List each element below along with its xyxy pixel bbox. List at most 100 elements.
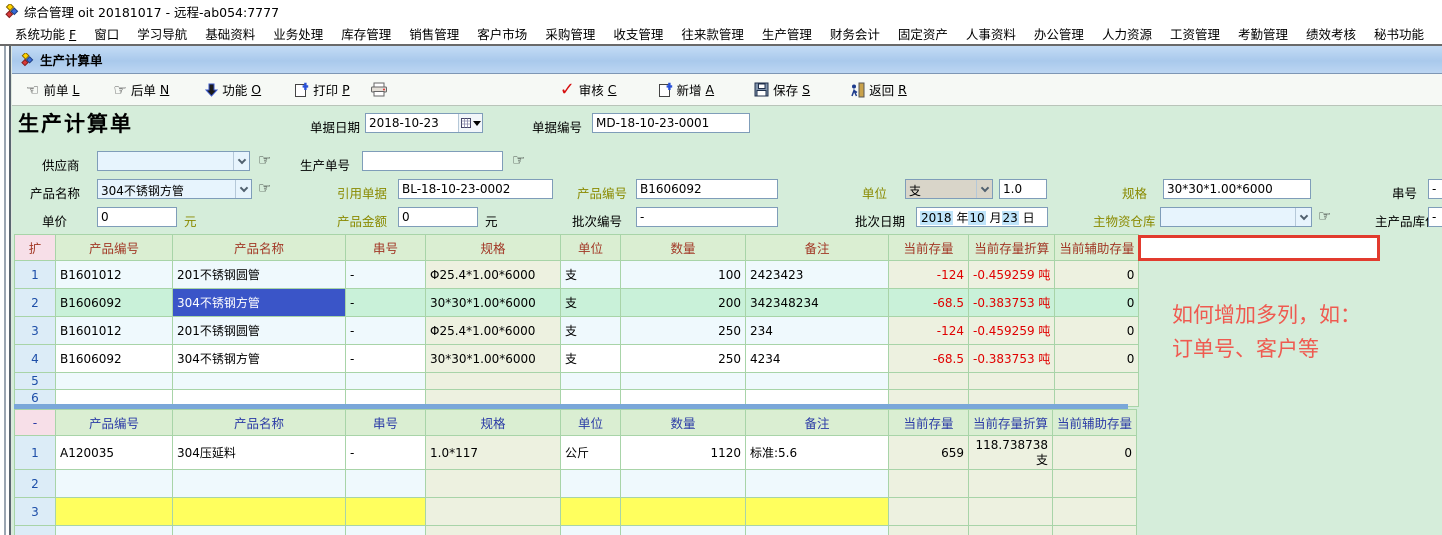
column-header[interactable]: 当前辅助存量	[1053, 410, 1137, 436]
batch-date-picker[interactable]: 2018 年10 月23 日	[916, 207, 1048, 227]
table-cell[interactable]	[621, 526, 746, 535]
table-cell[interactable]: 0	[1055, 345, 1139, 373]
table-cell[interactable]: 标准:5.6	[746, 436, 889, 470]
table-cell[interactable]: 201不锈钢圆管	[173, 317, 346, 345]
table-cell[interactable]	[561, 498, 621, 526]
table-cell[interactable]: -	[346, 436, 426, 470]
menu-item-2[interactable]: 学习导航	[128, 21, 196, 46]
table-cell[interactable]: 200	[621, 289, 746, 317]
row-number[interactable]: 4	[15, 345, 56, 373]
grid-corner-header[interactable]: 扩	[15, 235, 56, 261]
calendar-icon[interactable]	[458, 114, 482, 132]
menu-item-4[interactable]: 业务处理	[264, 21, 332, 46]
column-header[interactable]: 产品名称	[173, 410, 346, 436]
table-cell[interactable]: 304不锈钢方管	[173, 289, 346, 317]
table-cell[interactable]: -	[346, 317, 426, 345]
table-cell[interactable]: 4234	[746, 345, 889, 373]
table-cell[interactable]: 支	[561, 261, 621, 289]
column-header[interactable]: 规格	[426, 410, 561, 436]
table-cell[interactable]: 0	[1053, 436, 1137, 470]
row-number[interactable]: 1	[15, 436, 56, 470]
menu-item-6[interactable]: 销售管理	[400, 21, 468, 46]
menu-item-7[interactable]: 客户市场	[468, 21, 536, 46]
table-cell[interactable]: A120035	[56, 436, 173, 470]
row-number[interactable]: 2	[15, 289, 56, 317]
next-doc-button[interactable]: ☞ 后单N	[107, 76, 175, 103]
table-cell[interactable]: 1120	[621, 436, 746, 470]
menu-item-14[interactable]: 人事资料	[957, 21, 1025, 46]
table-cell[interactable]: -0.459259 吨	[969, 317, 1055, 345]
menu-item-13[interactable]: 固定资产	[889, 21, 957, 46]
table-cell[interactable]	[746, 373, 889, 390]
table-cell[interactable]: 0	[1055, 289, 1139, 317]
table-cell[interactable]	[621, 373, 746, 390]
menu-item-5[interactable]: 库存管理	[332, 21, 400, 46]
table-cell[interactable]	[426, 498, 561, 526]
table-cell[interactable]: 342348234	[746, 289, 889, 317]
warehouse-lookup-hand-icon[interactable]: ☞	[1318, 207, 1331, 225]
column-header[interactable]: 产品编号	[56, 410, 173, 436]
column-header[interactable]: 数量	[621, 235, 746, 261]
table-cell[interactable]	[561, 373, 621, 390]
table-cell[interactable]	[426, 470, 561, 498]
table-cell[interactable]	[969, 526, 1053, 535]
table-cell[interactable]: B1606092	[56, 289, 173, 317]
table-cell[interactable]	[346, 373, 426, 390]
table-cell[interactable]: -	[346, 345, 426, 373]
table-cell[interactable]: 304不锈钢方管	[173, 345, 346, 373]
ref-doc-input[interactable]	[398, 179, 553, 199]
new-button[interactable]: 新增A	[651, 76, 721, 103]
column-header[interactable]: 产品编号	[56, 235, 173, 261]
doc-date-picker[interactable]: 2018-10-23	[365, 113, 483, 133]
price-input[interactable]	[97, 207, 177, 227]
table-cell[interactable]	[173, 498, 346, 526]
table-cell[interactable]: 250	[621, 317, 746, 345]
menu-item-21[interactable]: 配置管理	[1433, 21, 1442, 46]
table-cell[interactable]	[56, 373, 173, 390]
column-header[interactable]: 当前存量折算	[969, 235, 1055, 261]
column-header[interactable]: 规格	[426, 235, 561, 261]
chevron-down-icon[interactable]	[1295, 208, 1311, 226]
row-number[interactable]: 2	[15, 470, 56, 498]
table-cell[interactable]: 118.738738 支	[969, 436, 1053, 470]
chevron-down-icon[interactable]	[976, 180, 992, 198]
table-cell[interactable]	[346, 498, 426, 526]
spec-input[interactable]	[1163, 179, 1311, 199]
row-number[interactable]: 3	[15, 317, 56, 345]
column-header[interactable]: 当前存量	[889, 410, 969, 436]
prod-order-input[interactable]	[362, 151, 503, 171]
unit-factor-input[interactable]	[999, 179, 1047, 199]
table-cell[interactable]: 234	[746, 317, 889, 345]
table-cell[interactable]: 659	[889, 436, 969, 470]
table-cell[interactable]: -124	[889, 317, 969, 345]
row-number[interactable]: 3	[15, 498, 56, 526]
menu-item-1[interactable]: 窗口	[85, 21, 128, 46]
back-button[interactable]: 返回R	[844, 76, 913, 103]
table-cell[interactable]	[56, 498, 173, 526]
table-cell[interactable]	[746, 526, 889, 535]
chevron-down-icon[interactable]	[235, 180, 251, 198]
table-cell[interactable]: B1601012	[56, 261, 173, 289]
table-cell[interactable]: -68.5	[889, 289, 969, 317]
batch-year[interactable]: 2018	[920, 211, 953, 225]
table-cell[interactable]	[561, 470, 621, 498]
table-cell[interactable]: 支	[561, 289, 621, 317]
doc-no-input[interactable]	[592, 113, 750, 133]
serial-input[interactable]	[1428, 179, 1442, 199]
batch-no-input[interactable]	[636, 207, 778, 227]
table-cell[interactable]	[969, 373, 1055, 390]
column-header[interactable]: 数量	[621, 410, 746, 436]
table-cell[interactable]	[621, 470, 746, 498]
table-cell[interactable]: -0.459259 吨	[969, 261, 1055, 289]
product-name-select[interactable]: 304不锈钢方管	[97, 179, 252, 199]
prev-doc-button[interactable]: ☜ 前单L	[20, 76, 85, 103]
table-cell[interactable]: -	[346, 261, 426, 289]
table-cell[interactable]	[889, 498, 969, 526]
table-cell[interactable]: 公斤	[561, 436, 621, 470]
menu-item-8[interactable]: 采购管理	[536, 21, 604, 46]
table-cell[interactable]	[889, 526, 969, 535]
table-cell[interactable]	[1053, 526, 1137, 535]
column-header[interactable]: 产品名称	[173, 235, 346, 261]
table-cell[interactable]: 0	[1055, 261, 1139, 289]
table-cell[interactable]: B1606092	[56, 345, 173, 373]
